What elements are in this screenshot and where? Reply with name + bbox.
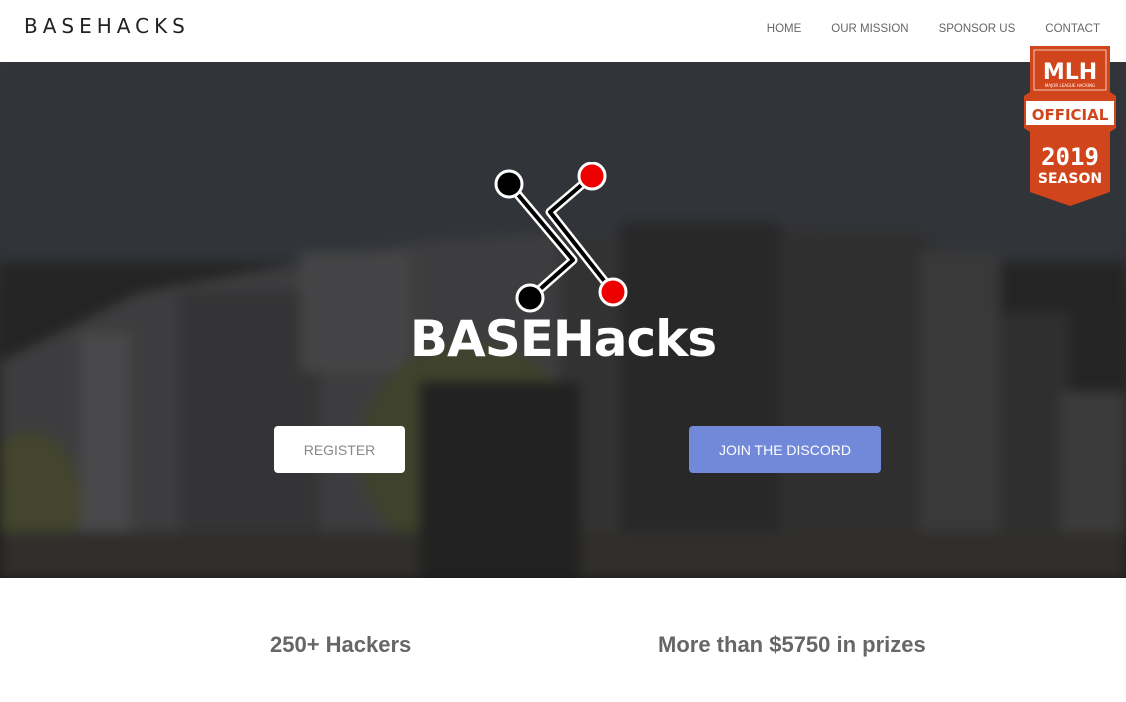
stat-prizes: More than $5750 in prizes xyxy=(658,632,926,657)
nav-links: HOME OUR MISSION SPONSOR US CONTACT xyxy=(737,23,1100,35)
stat-hackers: 250+ Hackers xyxy=(270,632,412,657)
mlh-badge-line5: SEASON xyxy=(1038,171,1102,187)
mlh-badge-line2: MAJOR LEAGUE HACKING xyxy=(1045,83,1095,88)
nav-sponsor-us-link[interactable]: SPONSOR US xyxy=(939,23,1016,35)
hero-logo-title: BASEHacks xyxy=(409,310,717,368)
mlh-badge-line4: 2019 xyxy=(1041,143,1099,171)
hero-section: BASEHacks REGISTER JOIN THE DISCORD xyxy=(0,62,1126,578)
mlh-badge-line3: OFFICIAL xyxy=(1032,106,1109,124)
mlh-official-badge[interactable]: MLH MAJOR LEAGUE HACKING OFFICIAL 2019 S… xyxy=(1024,46,1116,208)
navbar: BASEHACKS HOME OUR MISSION SPONSOR US CO… xyxy=(0,0,1126,62)
basehacks-logo-icon xyxy=(494,162,628,313)
stats-section: 250+ Hackers More than $5750 in prizes xyxy=(0,578,1126,702)
register-button[interactable]: REGISTER xyxy=(274,426,405,473)
brand-logo-link[interactable]: BASEHACKS xyxy=(24,14,190,38)
nav-contact-link[interactable]: CONTACT xyxy=(1045,23,1100,35)
join-discord-button[interactable]: JOIN THE DISCORD xyxy=(689,426,881,473)
nav-home-link[interactable]: HOME xyxy=(767,23,802,35)
mlh-badge-line1: MLH xyxy=(1043,60,1097,85)
nav-our-mission-link[interactable]: OUR MISSION xyxy=(831,23,908,35)
